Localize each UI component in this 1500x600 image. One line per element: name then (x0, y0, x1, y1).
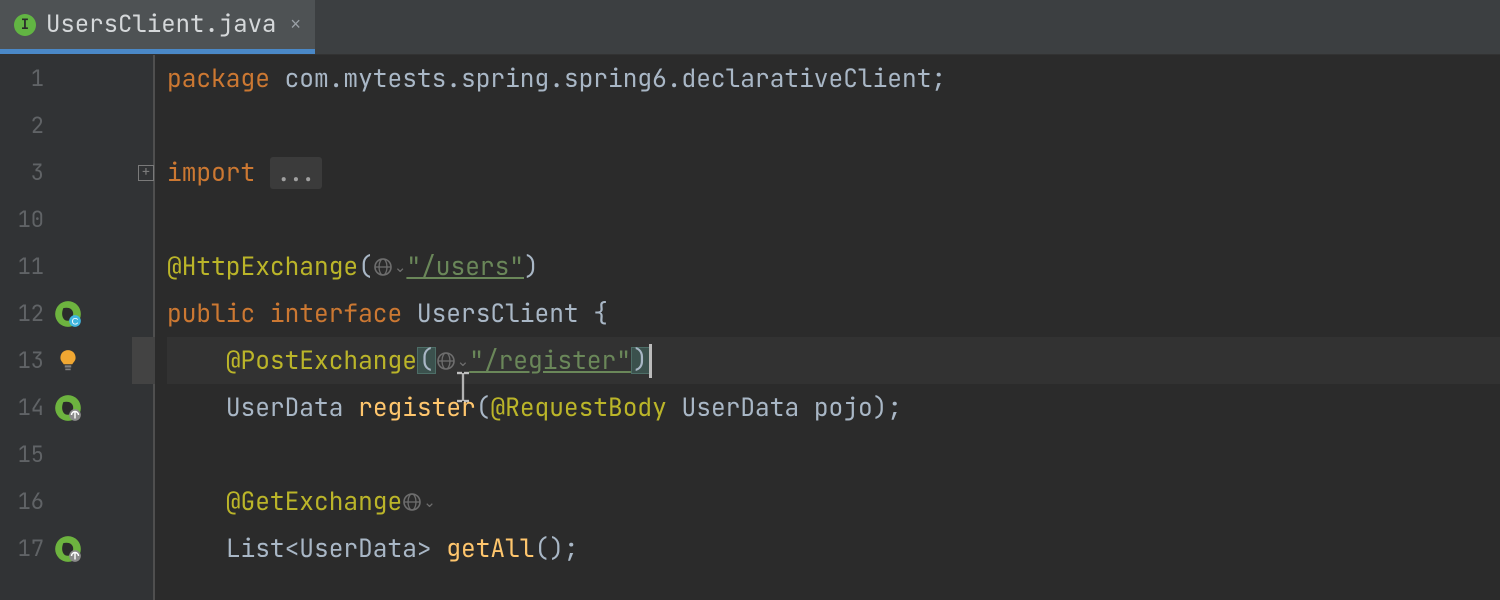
code-line[interactable]: @HttpExchange(⌄"/users") (167, 243, 1500, 290)
caret-row-marker (132, 337, 155, 384)
chevron-down-icon[interactable]: ⌄ (394, 258, 407, 276)
line-number: 10 (8, 205, 44, 234)
gutter-row[interactable]: 16 (0, 478, 153, 525)
code-area[interactable]: package com.mytests.spring.spring6.decla… (155, 55, 1500, 600)
gutter-row[interactable]: 14 (0, 384, 153, 431)
intention-bulb-icon[interactable] (54, 347, 82, 375)
gutter: 1 2 3 + 10 11 12 C 13 14 15 16 (0, 55, 155, 600)
gutter-row[interactable]: 1 (0, 55, 153, 102)
code-line-active[interactable]: @PostExchange(⌄"/register") (167, 337, 1500, 384)
code-line[interactable]: import ... (167, 149, 1500, 196)
code-line[interactable]: List<UserData> getAll(); (167, 525, 1500, 572)
url-globe-icon[interactable] (402, 492, 422, 512)
line-number: 3 (8, 158, 44, 187)
spring-bean-icon[interactable] (54, 394, 82, 422)
line-number: 11 (8, 252, 44, 281)
spring-bean-icon[interactable] (54, 535, 82, 563)
code-line[interactable]: public interface UsersClient { (167, 290, 1500, 337)
gutter-row[interactable]: 17 (0, 525, 153, 572)
folded-region[interactable]: ... (270, 157, 322, 189)
url-globe-icon[interactable] (373, 257, 393, 277)
spring-class-icon[interactable]: C (54, 300, 82, 328)
code-line[interactable]: UserData register(@RequestBody UserData … (167, 384, 1500, 431)
gutter-row[interactable]: 2 (0, 102, 153, 149)
line-number: 15 (8, 440, 44, 469)
line-number: 17 (8, 534, 44, 563)
line-number: 13 (8, 346, 44, 375)
matched-paren: ) (631, 347, 650, 374)
code-line[interactable]: @GetExchange⌄ (167, 478, 1500, 525)
fold-expand-icon[interactable]: + (138, 165, 154, 181)
code-line[interactable] (167, 102, 1500, 149)
gutter-row[interactable]: 15 (0, 431, 153, 478)
interface-icon: I (14, 14, 36, 36)
gutter-row[interactable]: 11 (0, 243, 153, 290)
chevron-down-icon[interactable]: ⌄ (423, 493, 436, 511)
close-icon[interactable]: × (290, 14, 301, 35)
line-number: 2 (8, 111, 44, 140)
code-line[interactable] (167, 196, 1500, 243)
line-number: 14 (8, 393, 44, 422)
line-number: 1 (8, 64, 44, 93)
line-number: 16 (8, 487, 44, 516)
tab-filename: UsersClient.java (46, 9, 276, 40)
text-caret (649, 344, 652, 378)
matched-paren: ( (417, 347, 436, 374)
code-line[interactable]: package com.mytests.spring.spring6.decla… (167, 55, 1500, 102)
line-number: 12 (8, 299, 44, 328)
editor-pane: 1 2 3 + 10 11 12 C 13 14 15 16 (0, 55, 1500, 600)
gutter-row[interactable]: 13 (0, 337, 153, 384)
url-globe-icon[interactable] (436, 351, 456, 371)
chevron-down-icon[interactable]: ⌄ (457, 352, 470, 370)
gutter-row[interactable]: 12 C (0, 290, 153, 337)
editor-tab-active[interactable]: I UsersClient.java × (0, 0, 315, 54)
gutter-row[interactable]: 3 + (0, 149, 153, 196)
code-line[interactable] (167, 431, 1500, 478)
gutter-row[interactable]: 10 (0, 196, 153, 243)
tab-bar: I UsersClient.java × (0, 0, 1500, 55)
svg-text:C: C (72, 316, 79, 326)
